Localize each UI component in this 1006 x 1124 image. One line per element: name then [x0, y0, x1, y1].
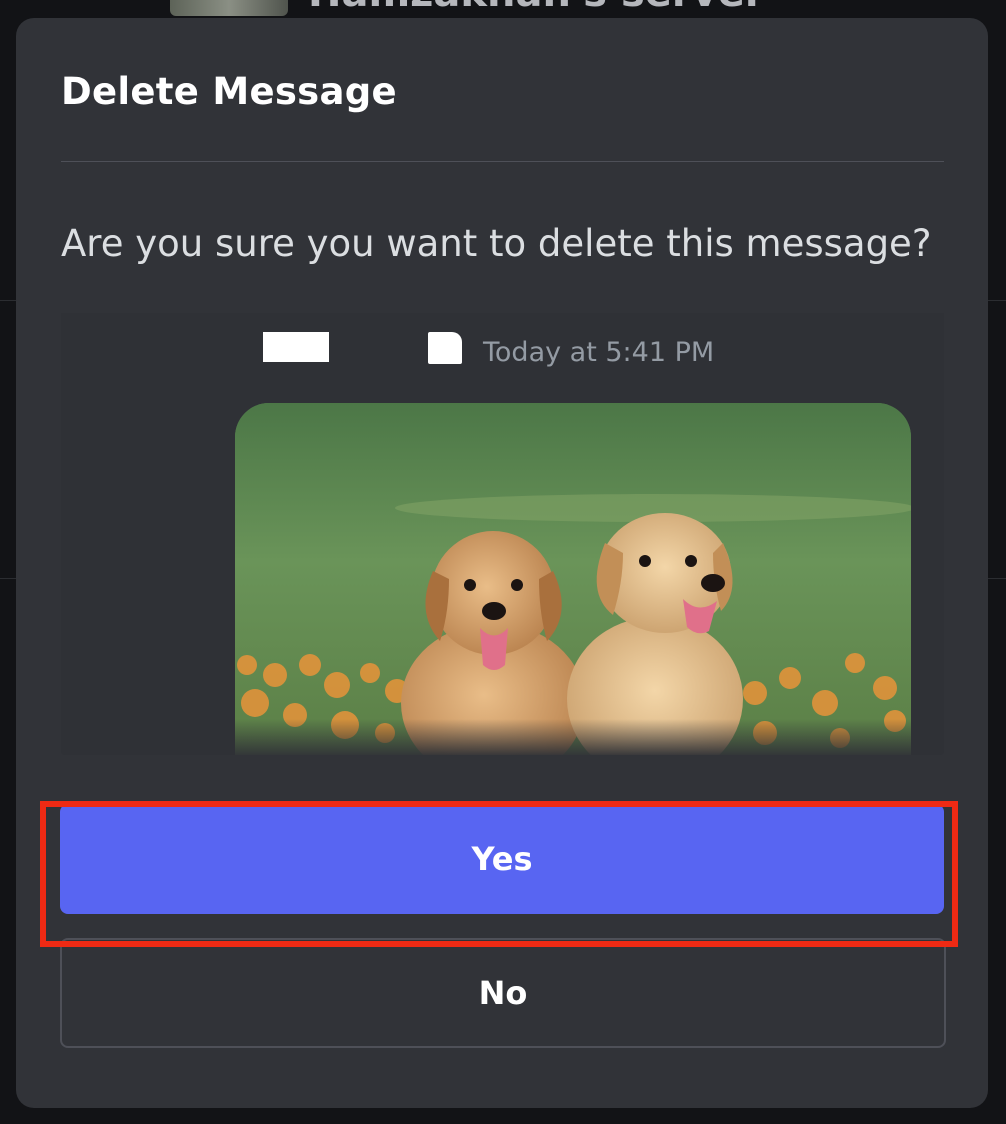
redacted-author-name	[263, 332, 329, 362]
preview-fade	[235, 719, 911, 755]
background-divider	[988, 300, 1006, 301]
dialog-title: Delete Message	[61, 70, 397, 113]
server-avatar	[170, 0, 288, 16]
puppies-photo-icon	[235, 403, 911, 755]
confirm-button[interactable]: Yes	[60, 804, 944, 914]
background-divider	[988, 578, 1006, 579]
confirmation-question: Are you sure you want to delete this mes…	[61, 222, 932, 265]
cancel-button[interactable]: No	[60, 938, 946, 1048]
background-divider	[0, 300, 16, 301]
puppies-photo-svg	[235, 403, 911, 755]
redacted-role-icon	[428, 332, 462, 364]
message-timestamp: Today at 5:41 PM	[483, 337, 715, 368]
server-name: Hamzakhan's server	[308, 0, 765, 16]
title-divider	[61, 161, 944, 162]
message-preview: Today at 5:41 PM	[61, 313, 944, 755]
background-divider	[0, 578, 16, 579]
delete-message-dialog: Delete Message Are you sure you want to …	[16, 18, 988, 1108]
